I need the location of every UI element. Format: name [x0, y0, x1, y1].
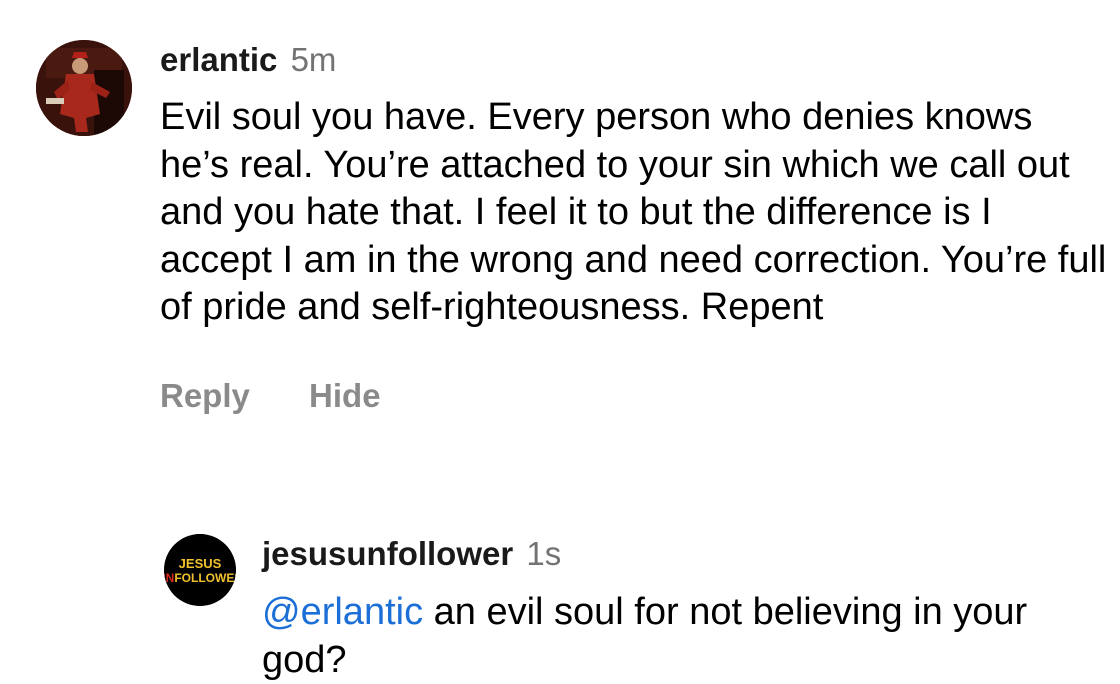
username[interactable]: jesusunfollower: [262, 535, 513, 572]
timestamp: 5m: [290, 41, 337, 78]
comment-header: jesusunfollower 1s: [262, 534, 1112, 574]
avatar-red-figure-icon: [36, 40, 132, 136]
reply-button[interactable]: Reply: [160, 376, 250, 416]
logo-line1: JESUS: [179, 556, 222, 571]
logo-line2-prefix: UN: [164, 571, 174, 585]
mention-link[interactable]: @erlantic: [262, 591, 423, 633]
jesus-unfollower-logo-icon: JESUS UNFOLLOWER: [164, 534, 236, 606]
avatar[interactable]: [36, 40, 132, 136]
comment-header: erlantic 5m: [160, 40, 1110, 80]
comment-actions: Reply Hide: [160, 376, 1110, 416]
comment-body: jesusunfollower 1s @erlantic an evil sou…: [262, 534, 1112, 684]
logo-line2-rest: FOLLOWER: [174, 571, 236, 585]
comment-text: Evil soul you have. Every person who den…: [160, 96, 1107, 328]
comment-body: erlantic 5m Evil soul you have. Every pe…: [160, 40, 1110, 416]
hide-button[interactable]: Hide: [309, 376, 381, 416]
username[interactable]: erlantic: [160, 41, 277, 78]
avatar[interactable]: JESUS UNFOLLOWER: [164, 534, 236, 606]
logo-line2: UNFOLLOWER: [164, 571, 236, 585]
comment-text: @erlantic an evil soul for not believing…: [262, 589, 1112, 684]
timestamp: 1s: [526, 535, 562, 572]
